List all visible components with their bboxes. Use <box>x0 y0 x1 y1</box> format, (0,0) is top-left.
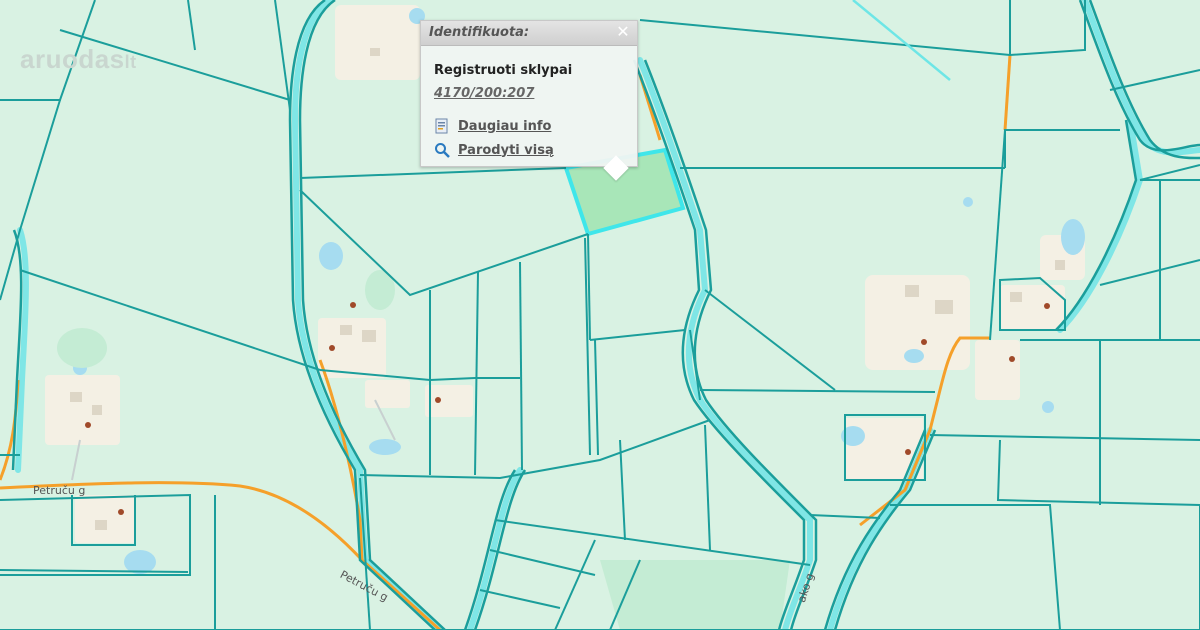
popup-heading: Registruoti sklypai <box>434 63 573 78</box>
show-all-link[interactable]: Parodyti visą <box>434 142 554 158</box>
info-document-icon <box>435 118 448 134</box>
more-info-link[interactable]: Daugiau info <box>434 118 551 134</box>
magnifier-icon <box>435 143 450 158</box>
parcel-id-link[interactable]: 4170/200:207 <box>434 86 534 101</box>
watermark-logo: aruodaslt <box>20 44 137 74</box>
popup-header: Identifikuota: ✕ <box>421 21 637 46</box>
identify-popup: Identifikuota: ✕ Registruoti sklypai 417… <box>420 20 638 181</box>
show-all-label: Parodyti visą <box>458 142 554 158</box>
street-label-petrucu-west: Petruču g <box>33 484 86 497</box>
more-info-label: Daugiau info <box>458 118 552 134</box>
popup-title: Identifikuota: <box>429 25 530 40</box>
close-icon[interactable]: ✕ <box>615 24 631 40</box>
